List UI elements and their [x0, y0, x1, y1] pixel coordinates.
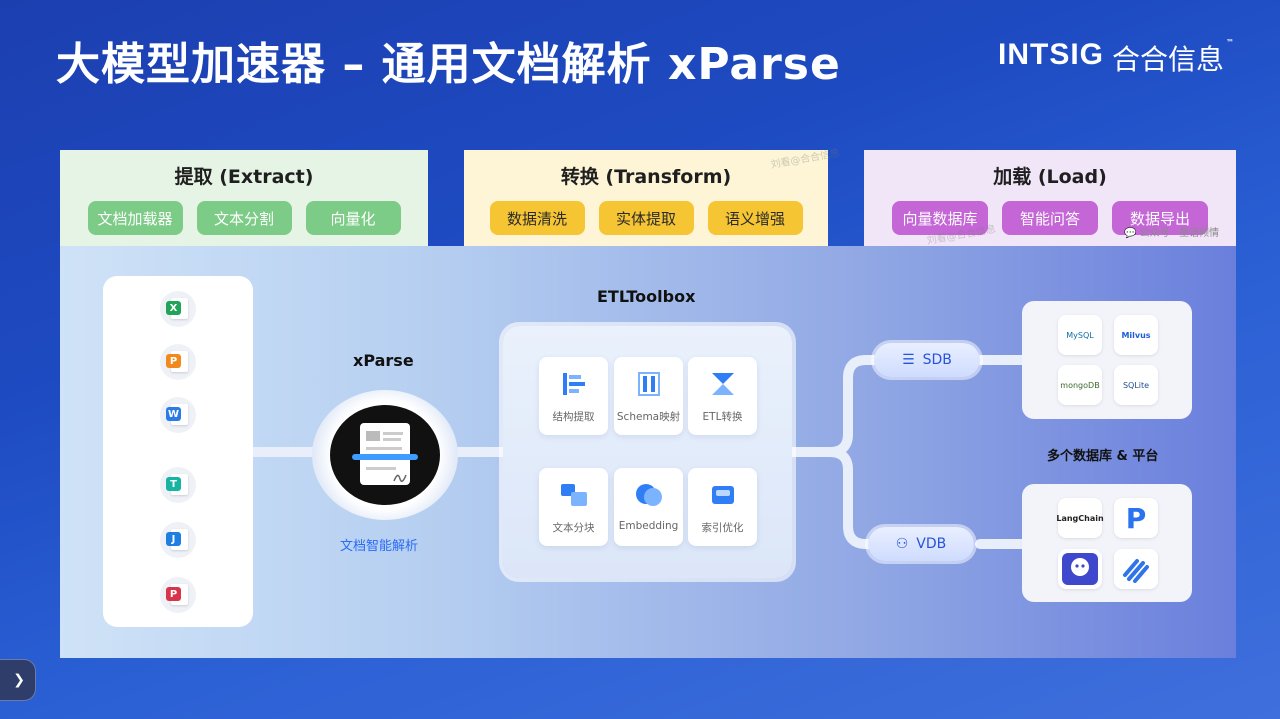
etl-convert-icon	[712, 373, 734, 395]
image-file-icon: J	[160, 522, 196, 558]
chroma-logo	[1058, 549, 1102, 589]
xparse-label: xParse	[353, 351, 414, 370]
vdb-pill: ⚇ VDB	[868, 527, 974, 561]
xparse-subtitle: 文档智能解析	[340, 539, 419, 554]
structure-icon	[563, 373, 585, 395]
xparse-scanner-icon	[330, 405, 440, 505]
langchain-logo: LangChain	[1056, 498, 1104, 538]
database-icon: ☰	[902, 352, 915, 368]
mongodb-logo: mongoDB	[1058, 365, 1102, 405]
chevron-right-icon: ❯	[13, 672, 25, 688]
pinecone-logo: P	[1114, 498, 1158, 538]
schema-icon	[638, 372, 660, 396]
etl-toolbox-label: ETLToolbox	[597, 287, 696, 306]
pdf-file-icon: P	[160, 577, 196, 613]
milvus-logo: Milvus	[1114, 315, 1158, 355]
text-file-icon: T	[160, 467, 196, 503]
weaviate-logo	[1114, 549, 1158, 589]
word-file-icon: W	[160, 397, 196, 433]
card-text-chunk: 文本分块	[539, 468, 608, 546]
embedding-icon	[636, 484, 662, 506]
chunk-icon	[561, 484, 587, 506]
ppt-file-icon: P	[160, 344, 196, 380]
sdb-platforms	[1022, 301, 1192, 419]
vector-icon: ⚇	[895, 536, 909, 552]
input-file-list	[103, 276, 253, 627]
vdb-label: VDB	[916, 536, 947, 552]
card-schema-mapping: Schema映射	[614, 357, 683, 435]
card-embedding: Embedding	[614, 468, 683, 546]
card-etl-convert: ETL转换	[688, 357, 757, 435]
excel-file-icon: X	[160, 291, 196, 327]
card-index-optimize: 索引优化	[688, 468, 757, 546]
card-structure-extract: 结构提取	[539, 357, 608, 435]
vdb-platforms	[1022, 484, 1192, 602]
index-icon	[712, 486, 734, 504]
sdb-pill: ☰ SDB	[874, 343, 980, 377]
sqlite-logo: SQLite	[1114, 365, 1158, 405]
next-slide-button[interactable]: ❯	[0, 659, 36, 701]
sdb-label: SDB	[922, 352, 952, 368]
mysql-logo: MySQL	[1058, 315, 1102, 355]
db-caption: 多个数据库 & 平台	[1047, 449, 1159, 464]
